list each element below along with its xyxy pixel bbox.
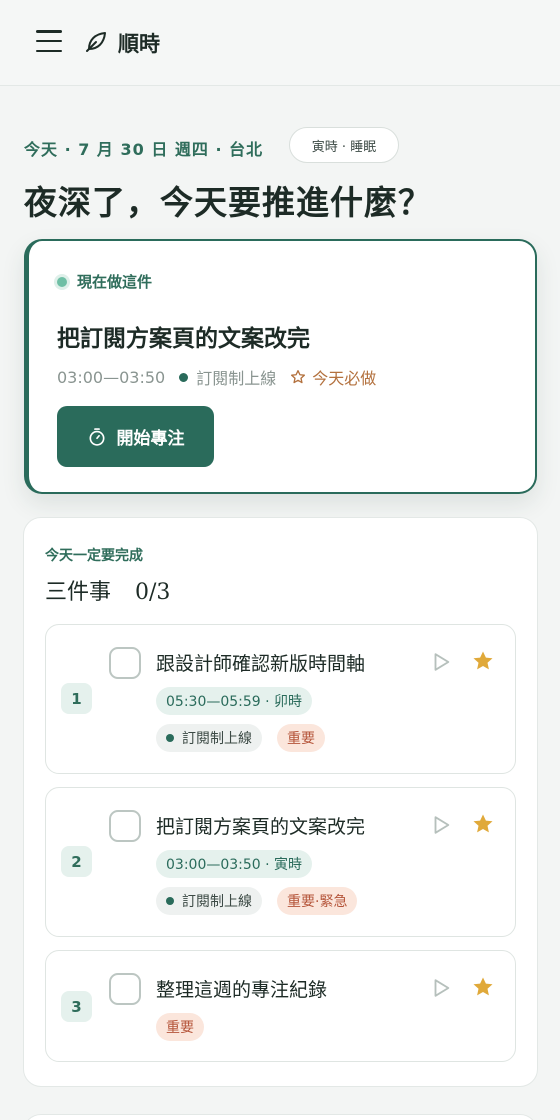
task-project-chip: 訂閱制上線	[156, 887, 262, 915]
task-time-chip: 03:00—03:50 · 寅時	[156, 850, 313, 878]
task-tag-chip: 重要·緊急	[277, 887, 358, 915]
task-project-chip: 訂閱制上線	[156, 724, 262, 752]
must-do-text: 今天必做	[312, 369, 377, 388]
must-do-heading-text: 三件事	[45, 580, 112, 605]
leaf-icon	[86, 32, 106, 52]
task-project-text: 訂閱制上線	[182, 894, 252, 910]
task-title: 跟設計師確認新版時間軸	[156, 653, 366, 675]
star-icon[interactable]	[471, 812, 495, 836]
must-do-card: 今天一定要完成 三件事 0/3 1 跟設計師確認新版時間軸 05:30—05:59…	[23, 517, 538, 1087]
must-do-count: 0/3	[135, 580, 171, 605]
app-name: 順時	[118, 32, 160, 56]
must-do-heading: 三件事 0/3	[45, 574, 170, 606]
current-task-label-text: 現在做這件	[77, 273, 153, 291]
task-checkbox[interactable]	[109, 647, 141, 679]
task-item-3: 3 整理這週的專注紀錄 重要	[45, 950, 516, 1062]
current-task-title: 把訂閱方案頁的文案改完	[57, 326, 310, 352]
task-checkbox[interactable]	[109, 810, 141, 842]
task-number: 1	[61, 683, 92, 714]
task-item-2: 2 把訂閱方案頁的文案改完 03:00—03:50 · 寅時 訂閱制上線 重要·…	[45, 787, 516, 937]
task-time-chip: 05:30—05:59 · 卯時	[156, 687, 313, 715]
play-icon[interactable]	[430, 977, 452, 999]
top-bar: 順時	[0, 0, 560, 86]
time-status-chip: 寅時 · 睡眠	[289, 127, 399, 163]
must-do-kicker: 今天一定要完成	[45, 548, 143, 564]
project-dot-icon	[179, 372, 189, 382]
task-tag-chip: 重要	[156, 1013, 204, 1041]
hamburger-icon[interactable]	[36, 30, 62, 52]
star-icon[interactable]	[471, 649, 495, 673]
date-line: 今天 · 7 月 30 日 週四 · 台北	[24, 140, 264, 159]
task-title: 把訂閱方案頁的文案改完	[156, 816, 366, 838]
play-icon[interactable]	[430, 814, 452, 836]
must-do-badge: 今天必做	[290, 365, 376, 389]
current-task-meta: 03:00—03:50 訂閱制上線 今天必做	[57, 365, 376, 389]
task-title: 整理這週的專注紀錄	[156, 979, 328, 1001]
task-number: 3	[61, 991, 92, 1022]
task-tag-chip: 重要	[277, 724, 325, 752]
current-task-label: 現在做這件	[57, 271, 152, 292]
task-project-text: 訂閱制上線	[182, 731, 252, 747]
project-dot-icon	[166, 897, 174, 905]
star-icon[interactable]	[471, 975, 495, 999]
task-item-1: 1 跟設計師確認新版時間軸 05:30—05:59 · 卯時 訂閱制上線 重要	[45, 624, 516, 774]
task-checkbox[interactable]	[109, 973, 141, 1005]
current-task-card: 現在做這件 把訂閱方案頁的文案改完 03:00—03:50 訂閱制上線 今天必做…	[24, 239, 537, 494]
greeting-title: 夜深了，今天要推進什麼？	[24, 183, 432, 222]
next-card-peek	[23, 1114, 538, 1120]
live-dot-icon	[57, 276, 67, 287]
project-dot-icon	[166, 734, 174, 742]
play-icon[interactable]	[430, 651, 452, 673]
task-number: 2	[61, 846, 92, 877]
timer-icon	[89, 427, 104, 446]
start-focus-label: 開始專注	[116, 429, 185, 449]
current-task-project: 訂閱制上線	[196, 369, 277, 388]
current-task-time: 03:00—03:50	[57, 367, 166, 387]
star-outline-icon	[291, 370, 306, 384]
start-focus-button[interactable]: 開始專注	[57, 406, 214, 467]
